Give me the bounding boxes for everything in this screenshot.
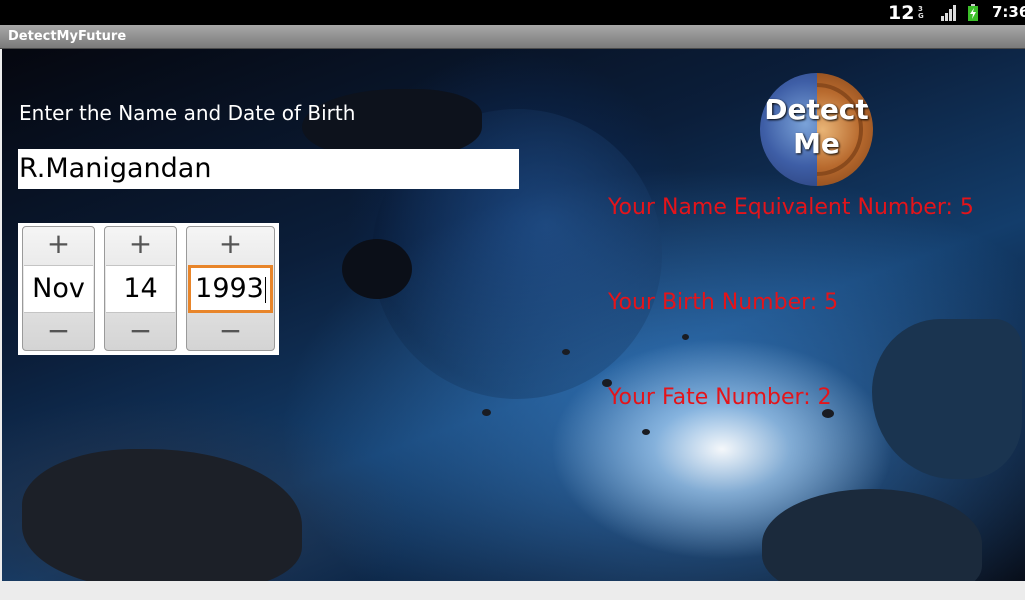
text-cursor	[264, 276, 266, 303]
fate-number: Your Fate Number: 2	[608, 385, 832, 410]
asteroid-decoration	[562, 349, 570, 355]
app-title: DetectMyFuture	[8, 29, 127, 44]
asteroid-decoration	[682, 334, 689, 340]
asteroid-decoration	[872, 319, 1022, 479]
asteroid-decoration	[342, 239, 412, 299]
detect-me-button[interactable]: Detect Me	[760, 73, 873, 186]
year-spinner: + 1993 −	[186, 226, 275, 351]
status-bar: 12 3G 7:36	[0, 0, 1025, 25]
network-3g-icon: 3G	[918, 5, 924, 20]
asteroid-decoration	[762, 489, 982, 581]
month-increment-button[interactable]: +	[23, 227, 94, 263]
detect-me-label: Detect Me	[760, 93, 873, 161]
main-content: Enter the Name and Date of Birth R.Manig…	[2, 49, 1025, 581]
month-decrement-button[interactable]: −	[23, 314, 94, 350]
year-value[interactable]: 1993	[188, 265, 273, 313]
birth-number: Your Birth Number: 5	[608, 290, 839, 315]
asteroid-decoration	[822, 409, 834, 418]
day-value[interactable]: 14	[106, 265, 175, 313]
clock: 7:36	[992, 3, 1025, 21]
day-spinner: + 14 −	[104, 226, 177, 351]
name-input[interactable]: R.Manigandan	[18, 149, 519, 189]
year-decrement-button[interactable]: −	[187, 314, 274, 350]
year-increment-button[interactable]: +	[187, 227, 274, 263]
date-picker: + Nov − + 14 − + 1993 −	[18, 223, 279, 355]
month-spinner: + Nov −	[22, 226, 95, 351]
year-text: 1993	[195, 273, 264, 304]
asteroid-decoration	[482, 409, 491, 416]
title-bar: DetectMyFuture	[0, 25, 1025, 49]
asteroid-decoration	[22, 449, 302, 581]
detect-me-line1: Detect	[764, 93, 869, 126]
asteroid-decoration	[642, 429, 650, 435]
detect-me-line2: Me	[793, 127, 840, 160]
month-value[interactable]: Nov	[24, 265, 93, 313]
notification-count[interactable]: 12	[888, 2, 914, 24]
day-decrement-button[interactable]: −	[105, 314, 176, 350]
signal-icon	[941, 5, 956, 21]
prompt-label: Enter the Name and Date of Birth	[19, 101, 356, 125]
day-increment-button[interactable]: +	[105, 227, 176, 263]
name-equivalent-number: Your Name Equivalent Number: 5	[608, 195, 974, 220]
battery-charging-icon	[968, 4, 978, 21]
